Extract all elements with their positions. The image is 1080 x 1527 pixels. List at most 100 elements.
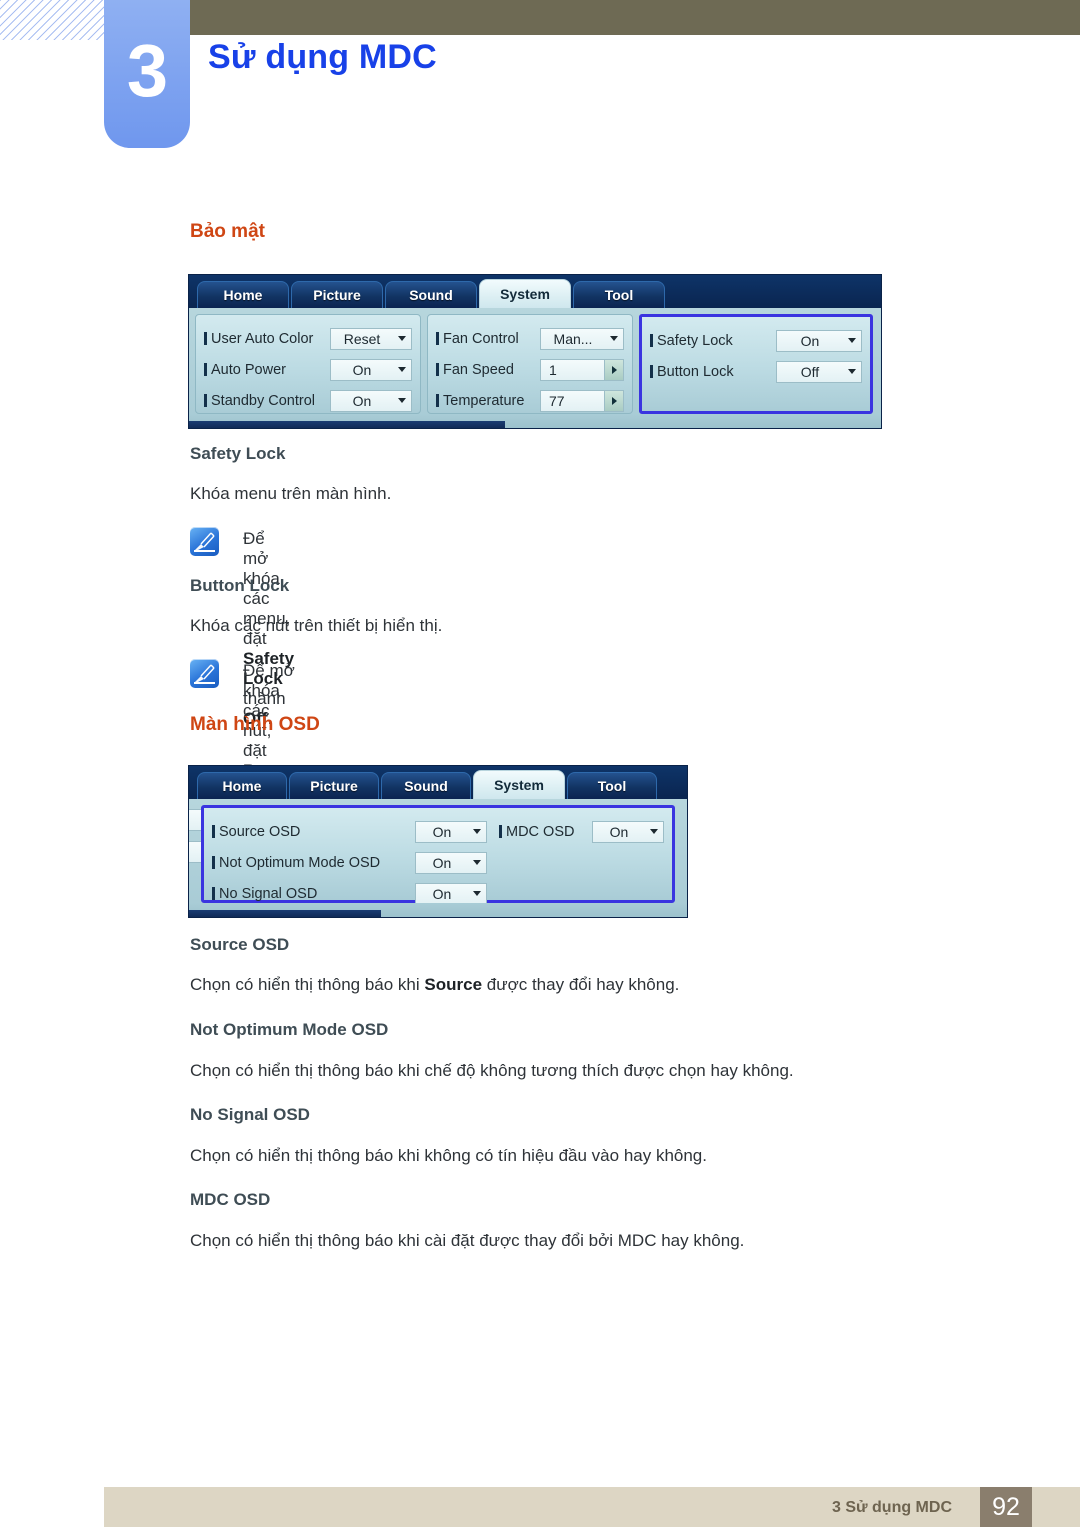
arrow-right-icon[interactable] <box>604 359 623 380</box>
chevron-down-icon[interactable] <box>468 884 486 904</box>
document-page: 3 Sử dụng MDC Bảo mật Home Picture Sound… <box>0 0 1080 1527</box>
dropdown-value-button-lock: Off <box>800 363 820 380</box>
section-heading-security: Bảo mật <box>190 221 265 242</box>
dropdown-fan-control[interactable]: Man... <box>540 327 624 350</box>
chevron-down-icon[interactable] <box>393 391 411 411</box>
mdc-footer-system <box>189 414 881 428</box>
arrow-right-icon[interactable] <box>604 390 623 411</box>
label-source-osd: Source OSD <box>212 824 300 840</box>
group-osd-left: Source OSD On Not Optimum Mode OSD On No… <box>212 816 487 905</box>
label-mdc-osd: MDC OSD <box>499 824 574 840</box>
dropdown-no-signal-osd[interactable]: On <box>415 882 487 905</box>
label-user-auto-color: User Auto Color <box>204 331 313 347</box>
label-fan-control: Fan Control <box>436 331 519 347</box>
subheading-safety-lock: Safety Lock <box>190 444 286 463</box>
tab-tool[interactable]: Tool <box>573 281 665 308</box>
chevron-down-icon[interactable] <box>468 853 486 873</box>
group-system-lock-highlighted: Safety Lock On Button Lock Off <box>639 314 873 414</box>
body-source-osd: Chọn có hiển thị thông báo khi Source đư… <box>190 975 680 994</box>
spinner-temperature[interactable]: 77 <box>540 389 624 412</box>
chapter-title: Sử dụng MDC <box>208 38 437 76</box>
dropdown-value-user-auto-color: Reset <box>343 330 381 347</box>
horizontal-scrollbar[interactable] <box>189 421 505 428</box>
mdc-body-system: User Auto Color Reset Auto Power On Stan… <box>189 308 881 414</box>
setting-row-temperature[interactable]: Temperature 77 <box>436 385 624 416</box>
label-fan-speed: Fan Speed <box>436 362 514 378</box>
page-number-box: 92 <box>980 1487 1032 1527</box>
label-button-lock: Button Lock <box>650 364 734 380</box>
setting-row-auto-power[interactable]: Auto Power On <box>204 354 412 385</box>
dropdown-safety-lock[interactable]: On <box>776 329 862 352</box>
dropdown-standby-control[interactable]: On <box>330 389 412 412</box>
dropdown-value-standby-control: On <box>352 392 372 409</box>
dropdown-value-source-osd: On <box>432 823 452 840</box>
setting-row-standby-control[interactable]: Standby Control On <box>204 385 412 416</box>
setting-row-fan-speed[interactable]: Fan Speed 1 <box>436 354 624 385</box>
subheading-no-signal-osd: No Signal OSD <box>190 1105 310 1124</box>
mdc-window-osd: Home Picture Sound System Tool Source OS… <box>188 765 688 918</box>
mdc-footer-osd <box>189 903 687 917</box>
chevron-down-icon[interactable] <box>468 822 486 842</box>
dropdown-value-safety-lock: On <box>800 332 820 349</box>
label-temperature: Temperature <box>436 393 524 409</box>
mdc-body-osd: Source OSD On Not Optimum Mode OSD On No… <box>189 799 687 905</box>
dropdown-value-auto-power: On <box>352 361 372 378</box>
spinner-value-fan-speed: 1 <box>549 361 557 378</box>
tab-system[interactable]: System <box>479 279 571 308</box>
dropdown-user-auto-color[interactable]: Reset <box>330 327 412 350</box>
subheading-source-osd: Source OSD <box>190 935 290 954</box>
label-standby-control: Standby Control <box>204 393 315 409</box>
label-no-signal-osd: No Signal OSD <box>212 886 317 902</box>
setting-row-user-auto-color[interactable]: User Auto Color Reset <box>204 323 412 354</box>
chevron-down-icon[interactable] <box>393 360 411 380</box>
body-safety-lock: Khóa menu trên màn hình. <box>190 484 392 503</box>
body-not-optimum-mode-osd: Chọn có hiển thị thông báo khi chế độ kh… <box>190 1061 794 1080</box>
dropdown-mdc-osd[interactable]: On <box>592 820 664 843</box>
setting-row-source-osd[interactable]: Source OSD On <box>212 816 487 847</box>
chevron-down-icon[interactable] <box>645 822 663 842</box>
tab-tool[interactable]: Tool <box>567 772 657 799</box>
subheading-button-lock: Button Lock <box>190 576 290 595</box>
tab-picture[interactable]: Picture <box>291 281 383 308</box>
dropdown-button-lock[interactable]: Off <box>776 360 862 383</box>
body-button-lock: Khóa các nút trên thiết bị hiển thị. <box>190 616 443 635</box>
dropdown-value-fan-control: Man... <box>553 330 593 347</box>
section-heading-osd: Màn hình OSD <box>190 714 320 735</box>
dropdown-value-no-signal-osd: On <box>432 885 452 902</box>
setting-row-not-optimum-mode-osd[interactable]: Not Optimum Mode OSD On <box>212 847 487 878</box>
label-safety-lock: Safety Lock <box>650 333 733 349</box>
chevron-down-icon[interactable] <box>393 329 411 349</box>
group-osd-highlighted: Source OSD On Not Optimum Mode OSD On No… <box>201 805 675 905</box>
dropdown-not-optimum-mode-osd[interactable]: On <box>415 851 487 874</box>
setting-row-safety-lock[interactable]: Safety Lock On <box>650 325 862 356</box>
chevron-down-icon[interactable] <box>605 329 623 349</box>
tab-system[interactable]: System <box>473 770 565 799</box>
chevron-down-icon[interactable] <box>843 362 861 382</box>
tab-sound[interactable]: Sound <box>381 772 471 799</box>
setting-row-mdc-osd[interactable]: MDC OSD On <box>499 816 664 847</box>
setting-row-fan-control[interactable]: Fan Control Man... <box>436 323 624 354</box>
subheading-mdc-osd: MDC OSD <box>190 1190 271 1209</box>
dropdown-source-osd[interactable]: On <box>415 820 487 843</box>
horizontal-scrollbar[interactable] <box>189 910 381 917</box>
dropdown-auto-power[interactable]: On <box>330 358 412 381</box>
mdc-window-system: Home Picture Sound System Tool User Auto… <box>188 274 882 429</box>
spinner-fan-speed[interactable]: 1 <box>540 358 624 381</box>
chapter-number: 3 <box>126 29 168 112</box>
chevron-down-icon[interactable] <box>843 331 861 351</box>
label-not-optimum-mode-osd: Not Optimum Mode OSD <box>212 855 380 871</box>
tab-home[interactable]: Home <box>197 772 287 799</box>
footer-chapter-label: 3 Sử dụng MDC <box>831 1499 952 1516</box>
page-number: 92 <box>992 1492 1020 1521</box>
dropdown-value-mdc-osd: On <box>609 823 629 840</box>
subheading-not-optimum-mode-osd: Not Optimum Mode OSD <box>190 1020 389 1039</box>
tab-picture[interactable]: Picture <box>289 772 379 799</box>
tab-home[interactable]: Home <box>197 281 289 308</box>
group-osd-right: MDC OSD On <box>487 816 664 892</box>
dropdown-value-not-optimum-mode-osd: On <box>432 854 452 871</box>
group-system-left: User Auto Color Reset Auto Power On Stan… <box>195 314 421 414</box>
setting-row-button-lock[interactable]: Button Lock Off <box>650 356 862 387</box>
tab-sound[interactable]: Sound <box>385 281 477 308</box>
note-pencil-icon <box>190 527 219 556</box>
group-system-middle: Fan Control Man... Fan Speed 1 Temperatu… <box>427 314 633 414</box>
